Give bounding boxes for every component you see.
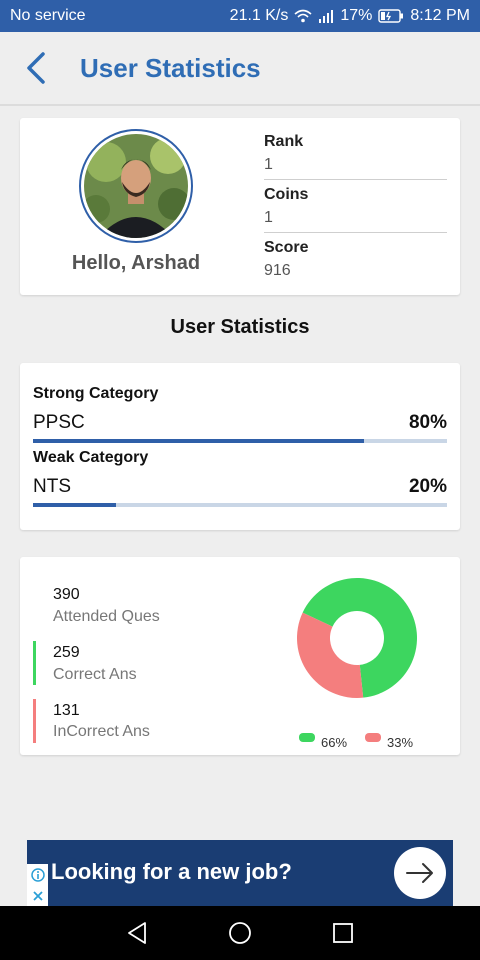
page-title: User Statistics (80, 52, 261, 83)
incorrect-label: InCorrect Ans (53, 723, 150, 740)
legend-item-correct: 66% (299, 733, 347, 749)
ad-text[interactable]: Looking for a new job? (51, 859, 292, 885)
rank-value: 1 (264, 156, 273, 173)
carrier-text: No service (10, 7, 86, 24)
back-arrow-icon (27, 52, 45, 84)
avatar-ring (79, 129, 193, 243)
legend-item-incorrect: 33% (365, 733, 413, 749)
legend-swatch-correct (299, 733, 315, 742)
weak-progress-track (33, 503, 447, 507)
correct-indicator (33, 641, 36, 685)
coins-value: 1 (264, 209, 273, 226)
strong-category-label: Strong Category (33, 385, 159, 402)
legend-text-correct: 66% (321, 735, 348, 750)
ad-go-button[interactable] (394, 847, 446, 899)
nav-home-button[interactable] (220, 913, 260, 953)
incorrect-value: 131 (53, 702, 80, 719)
system-nav-bar (0, 906, 480, 960)
ad-choices[interactable] (27, 864, 48, 906)
score-label: Score (264, 239, 309, 256)
signal-icon (318, 9, 334, 23)
divider (264, 179, 447, 180)
rank-label: Rank (264, 133, 304, 150)
chart-legend: 66% 33% (299, 733, 449, 749)
attended-value: 390 (53, 586, 80, 603)
close-icon[interactable] (32, 890, 44, 902)
score-value: 916 (264, 262, 291, 279)
back-button[interactable] (0, 31, 72, 105)
attended-label: Attended Ques (53, 608, 160, 625)
score-block: Score 916 (264, 239, 447, 280)
nav-recents-icon (333, 923, 354, 943)
strong-progress-fill (33, 439, 365, 443)
legend-swatch-incorrect (365, 733, 381, 742)
app-bar: User Statistics (0, 32, 480, 106)
nav-recents-button[interactable] (323, 913, 363, 953)
battery-percent: 17% (340, 7, 373, 24)
coins-label: Coins (264, 186, 309, 203)
legend-text-incorrect: 33% (387, 735, 414, 750)
category-card: Strong Category PPSC 80% Weak Category N… (20, 363, 460, 530)
avatar (84, 134, 188, 238)
divider (264, 232, 447, 233)
weak-category-name: NTS (33, 476, 71, 497)
status-bar: No service 21.1 K/s 17% 8:12 PM (0, 0, 480, 32)
weak-category-percent: 20% (408, 476, 447, 497)
answers-card: 390 Attended Ques 259 Correct Ans 131 In… (20, 557, 460, 755)
profile-card: Hello, Arshad Rank 1 Coins 1 Score 916 (20, 118, 460, 295)
rank-block: Rank 1 (264, 133, 447, 174)
info-icon[interactable] (30, 868, 45, 882)
clock: 8:12 PM (410, 7, 470, 24)
battery-icon (378, 9, 404, 23)
weak-category-label: Weak Category (33, 449, 149, 466)
nav-back-icon (127, 922, 146, 944)
incorrect-indicator (33, 699, 36, 743)
network-speed: 21.1 K/s (229, 7, 289, 24)
greeting: Hello, Arshad (71, 252, 201, 274)
answers-donut-chart (297, 578, 417, 698)
coins-block: Coins 1 (264, 186, 447, 227)
strong-category-name: PPSC (33, 412, 85, 433)
nav-back-button[interactable] (117, 913, 157, 953)
status-right: 21.1 K/s 17% 8:12 PM (230, 7, 470, 25)
correct-value: 259 (53, 644, 80, 661)
weak-progress-fill (33, 503, 116, 507)
strong-progress-track (33, 439, 447, 443)
section-title: User Statistics (170, 316, 310, 338)
nav-home-icon (229, 922, 251, 944)
strong-category-percent: 80% (408, 412, 447, 433)
wifi-icon (294, 9, 312, 23)
arrow-right-icon (406, 863, 433, 883)
ad-banner[interactable]: Looking for a new job? (27, 840, 453, 906)
correct-label: Correct Ans (53, 666, 137, 683)
